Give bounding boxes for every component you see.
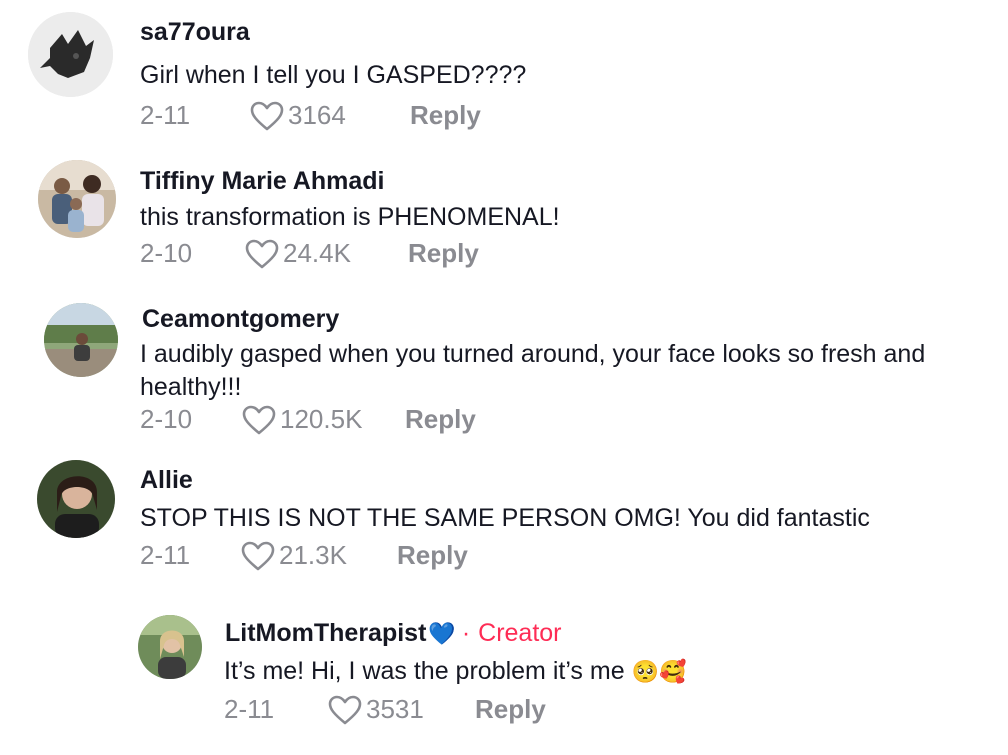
avatar[interactable] [44,303,118,377]
avatar[interactable] [37,460,115,538]
comment-text-line: healthy!!! [140,373,242,401]
reply-username-row: LitMomTherapist 💙 · Creator [225,619,562,648]
comment-date: 2-10 [140,238,193,268]
like-count: 120.5K [280,404,363,434]
comment-username[interactable]: sa77oura [140,18,250,47]
comment-username[interactable]: Ceamontgomery [142,305,339,334]
comment-text: Girl when I tell you I GASPED???? [140,61,527,89]
heart-outline-icon [250,101,284,130]
comment-text: STOP THIS IS NOT THE SAME PERSON OMG! Yo… [140,504,870,532]
like-button[interactable]: 3164 [250,100,410,131]
comment-meta: 2-11 3531 Reply [224,694,546,725]
comment-meta: 2-11 21.3K Reply [140,540,468,571]
reply-button[interactable]: Reply [475,694,546,725]
comment-date: 2-11 [224,694,275,724]
avatar[interactable] [38,160,116,238]
like-count: 3531 [366,694,424,724]
reply-text: It’s me! Hi, I was the problem it’s me [224,657,625,685]
heart-outline-icon [245,239,279,268]
comment-meta: 2-11 3164 Reply [140,100,481,131]
heart-outline-icon [242,405,276,434]
like-count: 3164 [288,100,346,130]
comment-text-line: I audibly gasped when you turned around,… [140,340,926,368]
like-count: 24.4K [283,238,351,268]
emoji-icon: 🥺🥰 [631,659,687,684]
reply-text-row: It’s me! Hi, I was the problem it’s me 🥺… [224,654,686,689]
blue-heart-icon: 💙 [428,620,456,646]
heart-outline-icon [241,541,275,570]
reply-button[interactable]: Reply [405,404,476,435]
like-count: 21.3K [279,540,347,570]
comment-date: 2-10 [140,404,193,434]
like-button[interactable]: 24.4K [245,238,408,269]
avatar[interactable] [28,12,113,97]
separator-dot: · [461,619,471,647]
like-button[interactable]: 3531 [328,694,475,725]
reply-button[interactable]: Reply [410,100,481,131]
comment-meta: 2-10 120.5K Reply [140,404,476,435]
comment-date: 2-11 [140,540,191,570]
reply-button[interactable]: Reply [397,540,468,571]
like-button[interactable]: 21.3K [241,540,397,571]
comment-text: this transformation is PHENOMENAL! [140,203,560,231]
heart-outline-icon [328,695,362,724]
comment-date: 2-11 [140,100,191,130]
like-button[interactable]: 120.5K [242,404,405,435]
comment-meta: 2-10 24.4K Reply [140,238,479,269]
avatar[interactable] [138,615,202,679]
reply-button[interactable]: Reply [408,238,479,269]
creator-badge: Creator [478,619,562,647]
comment-username[interactable]: Tiffiny Marie Ahmadi [140,167,384,196]
comment-username[interactable]: Allie [140,466,193,495]
reply-username[interactable]: LitMomTherapist [225,619,426,648]
